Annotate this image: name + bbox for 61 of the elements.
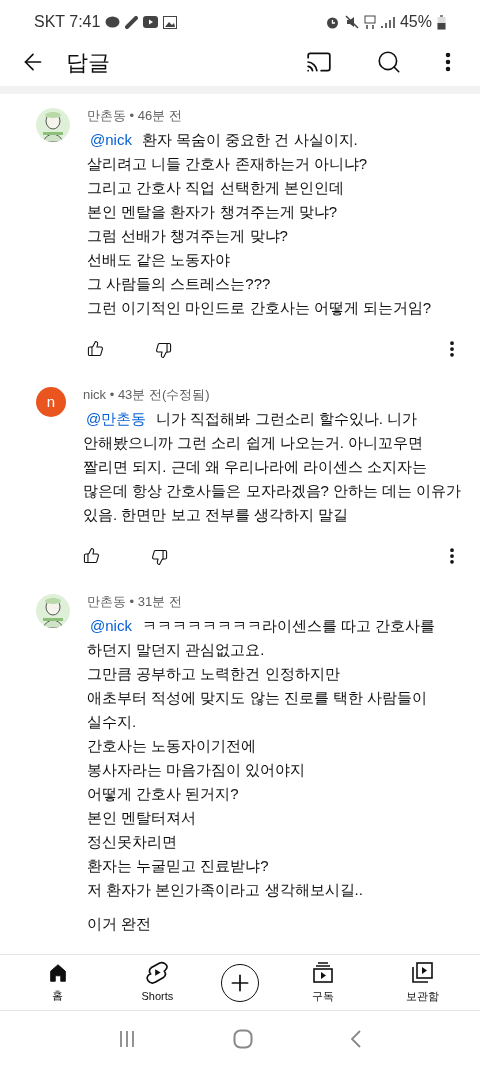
comment-line: 환자 목숨이 중요한 건 사실이지. — [141, 130, 358, 150]
dislike-icon[interactable] — [151, 549, 168, 566]
page-title: 답글 — [66, 48, 111, 77]
comment-line: 환자는 누굴믿고 진료받냐? — [87, 856, 270, 876]
avatar: n — [36, 387, 66, 417]
comment-meta: nick • 43분 전(수정됨) — [83, 386, 211, 404]
comment-line: 그 사람들의 스트레스는??? — [87, 274, 272, 294]
library-icon — [410, 960, 435, 985]
comment-line: 본인 멘탈을 환자가 챙겨주는게 맞냐? — [87, 202, 338, 222]
comment-line: 실수지. — [87, 712, 138, 732]
comment-line: 많은데 항상 간호사들은 모자라겠음? 안하는 데는 이유가 — [83, 481, 463, 501]
comment-line: 애초부터 적성에 맞지도 않는 진로를 택한 사람들이 — [87, 688, 428, 708]
comment-line: ㅋㅋㅋㅋㅋㅋㅋㅋ라이센스를 따고 간호사를 — [141, 616, 436, 636]
chat-icon — [105, 15, 121, 29]
search-icon[interactable] — [376, 49, 402, 75]
network-icon — [363, 14, 376, 30]
comment-line: 그런 이기적인 마인드로 간호사는 어떻게 되는거임? — [87, 298, 433, 318]
comment-line: 봉사자라는 마음가짐이 있어야지 — [87, 760, 307, 780]
comment-line: 본인 멘탈터져서 — [87, 808, 198, 828]
comment-line: 그럼 선배가 챙겨주는게 맞냐? — [87, 226, 289, 246]
dislike-icon[interactable] — [155, 342, 172, 359]
subscriptions-icon — [310, 960, 335, 985]
mention-link[interactable]: @만촌동 — [86, 407, 147, 431]
mention-link[interactable]: @nick — [90, 128, 132, 152]
mute-icon — [344, 15, 359, 29]
nav-tab[interactable]: 구독 — [286, 960, 359, 1005]
comment-line: 저 환자가 본인가족이라고 생각해보시길.. — [87, 880, 364, 900]
comment-line: 어떻게 간호사 된거지? — [87, 784, 240, 804]
battery-icon — [437, 14, 446, 30]
comment-line: 살리려고 니들 간호사 존재하는거 아니냐? — [87, 154, 368, 174]
back-button-icon[interactable] — [349, 1030, 362, 1048]
shorts-icon — [146, 960, 169, 985]
comment-line: 그리고 간호사 직업 선택한게 본인인데 — [87, 178, 345, 198]
create-button[interactable] — [221, 963, 259, 1002]
comment-line: 니가 직접해봐 그런소리 할수있나. 니가 — [156, 409, 418, 429]
battery-percent: 45% — [399, 12, 432, 32]
comment-line: 하던지 말던지 관심없고요. — [87, 640, 266, 660]
signal-icon — [380, 15, 395, 29]
nav-tab[interactable]: 홈 — [21, 961, 94, 1004]
status-time: SKT 7:41 — [34, 12, 101, 32]
nav-tab[interactable]: Shorts — [121, 960, 194, 1005]
comment-line: 이거 완전 — [87, 914, 153, 934]
like-icon[interactable] — [83, 547, 100, 564]
play-icon — [143, 16, 159, 28]
comment-line: 안해봤으니까 그런 소리 쉽게 나오는거. 아니꼬우면 — [83, 433, 424, 453]
nav-tab[interactable]: 보관함 — [386, 960, 459, 1005]
home-button-icon[interactable] — [233, 1029, 253, 1049]
comment-line: 간호사는 노동자이기전에 — [87, 736, 258, 756]
comment-meta: 만촌동 • 31분 전 — [87, 593, 183, 611]
comment-line: 정신못차리면 — [87, 832, 178, 852]
like-icon[interactable] — [87, 340, 104, 357]
comment-meta: 만촌동 • 46분 전 — [87, 107, 183, 125]
cast-icon[interactable] — [306, 49, 332, 75]
comment-line: 선배도 같은 노동자야 — [87, 250, 232, 270]
image-icon — [163, 15, 178, 29]
pill-icon — [125, 15, 139, 29]
comment-line: 그만큼 공부하고 노력한건 인정하지만 — [87, 664, 341, 684]
mention-link[interactable]: @nick — [90, 614, 132, 638]
recent-apps-icon[interactable] — [118, 1030, 137, 1048]
comment-line: 있음. 한면만 보고 전부를 생각하지 말길 — [83, 505, 349, 525]
comment-line: 짤리면 되지. 근데 왜 우리나라에 라이센스 소지자는 — [83, 457, 429, 477]
